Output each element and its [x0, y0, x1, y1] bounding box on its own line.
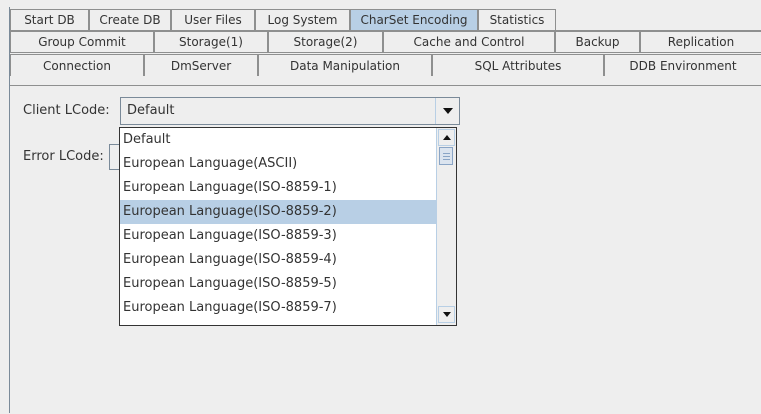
scroll-up-button[interactable] [438, 129, 455, 146]
client-lcode-combobox[interactable]: Default [120, 97, 460, 125]
tab-cache-and-control[interactable]: Cache and Control [383, 31, 555, 52]
scroll-down-button[interactable] [438, 306, 455, 323]
tab-group-commit[interactable]: Group Commit [10, 31, 154, 52]
settings-frame: Start DB Create DB User Files Log System… [9, 7, 761, 413]
tab-data-manipulation[interactable]: Data Manipulation [258, 54, 432, 76]
tab-storage-2[interactable]: Storage(2) [268, 31, 383, 52]
combobox-arrow-button[interactable] [435, 98, 459, 124]
tab-log-system[interactable]: Log System [255, 9, 350, 30]
tab-start-db[interactable]: Start DB [10, 9, 89, 30]
thumb-grip [443, 156, 450, 157]
dropdown-option-iso-8859-3[interactable]: European Language(ISO-8859-3) [120, 224, 436, 248]
thumb-grip [443, 153, 450, 154]
dropdown-option-ascii[interactable]: European Language(ASCII) [120, 152, 436, 176]
tab-sql-attributes[interactable]: SQL Attributes [432, 54, 604, 76]
tab-user-files[interactable]: User Files [171, 9, 255, 30]
tab-storage-1[interactable]: Storage(1) [154, 31, 268, 52]
client-lcode-label: Client LCode: [23, 103, 110, 118]
tab-ddb-environment[interactable]: DDB Environment [604, 54, 761, 76]
dropdown-scrollbar[interactable] [436, 128, 456, 325]
tab-backup[interactable]: Backup [555, 31, 640, 52]
error-lcode-label: Error LCode: [23, 149, 104, 164]
tab-dmserver[interactable]: DmServer [144, 54, 258, 76]
tab-row-divider [10, 52, 761, 53]
dropdown-option-default[interactable]: Default [120, 128, 436, 152]
arrow-down-icon [442, 312, 451, 317]
chevron-down-icon [442, 108, 453, 114]
thumb-grip [443, 159, 450, 160]
arrow-up-icon [442, 135, 451, 140]
dropdown-option-iso-8859-5[interactable]: European Language(ISO-8859-5) [120, 272, 436, 296]
dropdown-option-iso-8859-1[interactable]: European Language(ISO-8859-1) [120, 176, 436, 200]
dropdown-option-iso-8859-2[interactable]: European Language(ISO-8859-2) [120, 200, 436, 224]
dropdown-option-iso-8859-7[interactable]: European Language(ISO-8859-7) [120, 296, 436, 320]
tab-connection[interactable]: Connection [10, 54, 144, 76]
scrollbar-thumb[interactable] [439, 147, 453, 165]
client-lcode-dropdown: Default European Language(ASCII) Europea… [119, 127, 457, 326]
charset-encoding-panel: Client LCode: Default Error LCode: Defau… [10, 85, 761, 414]
tab-statistics[interactable]: Statistics [478, 9, 556, 30]
dropdown-list: Default European Language(ASCII) Europea… [120, 128, 436, 325]
dropdown-option-iso-8859-4[interactable]: European Language(ISO-8859-4) [120, 248, 436, 272]
client-lcode-value: Default [127, 103, 175, 118]
tab-create-db[interactable]: Create DB [89, 9, 171, 30]
tab-replication[interactable]: Replication [640, 31, 761, 52]
tab-charset-encoding[interactable]: CharSet Encoding [350, 9, 478, 30]
